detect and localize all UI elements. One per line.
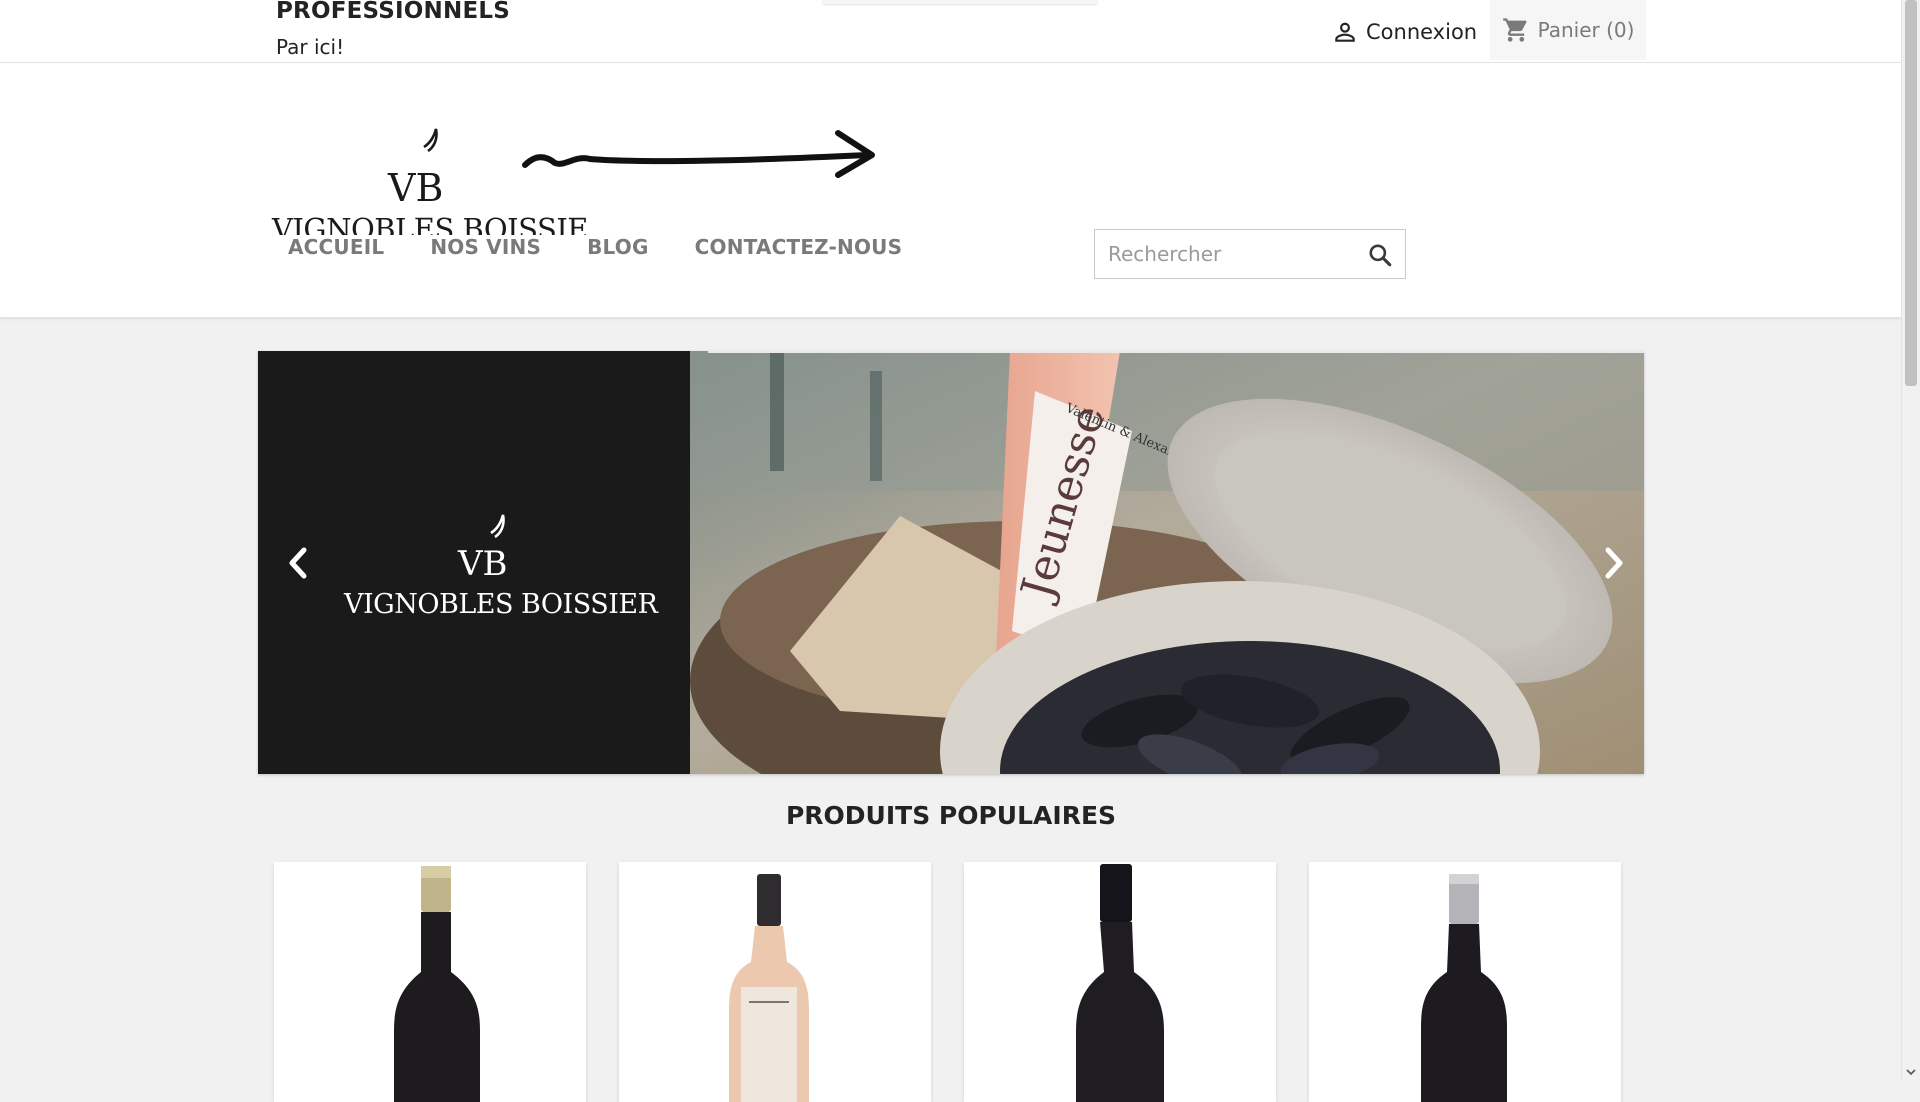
login-link[interactable]: Connexion — [1332, 14, 1477, 50]
product-image — [729, 874, 809, 1102]
carousel-next-button[interactable] — [1594, 538, 1634, 588]
top-bar: PROFESSIONNELS Par ici! Connexion Panier… — [0, 0, 1902, 63]
page-scrollbar[interactable] — [1901, 0, 1920, 1080]
cart-button[interactable]: Panier (0) — [1490, 0, 1646, 60]
shopping-cart-icon — [1502, 18, 1527, 42]
product-image — [394, 866, 480, 1102]
carousel-progress-line — [708, 351, 1644, 353]
search-icon[interactable] — [1367, 242, 1393, 268]
nav-accueil[interactable]: ACCUEIL — [280, 231, 392, 263]
scrollbar-thumb[interactable] — [1905, 0, 1917, 386]
product-card-rose[interactable] — [619, 862, 931, 1102]
product-card-red-black[interactable] — [964, 862, 1276, 1102]
carousel-slide-photo: Jeunesse Valentin & Alexandre B. — [690, 351, 1644, 774]
popular-products-title: PRODUITS POPULAIRES — [785, 801, 1117, 830]
product-image — [1076, 864, 1164, 1102]
carousel-prev-button[interactable] — [278, 538, 318, 588]
svg-text:VIGNOBLES BOISSIER: VIGNOBLES BOISSIER — [343, 589, 659, 620]
chevron-down-icon[interactable] — [1905, 1066, 1917, 1078]
login-label: Connexion — [1366, 20, 1478, 44]
carousel-brand-panel: VB VIGNOBLES BOISSIER — [258, 351, 690, 774]
professionals-link[interactable]: Par ici! — [276, 35, 344, 59]
carousel-brand-logo: VB VIGNOBLES BOISSIER — [343, 514, 659, 620]
popular-products-list — [274, 862, 1621, 1102]
main-header: VB VIGNOBLES BOISSIER ACCUEIL NOS VINS B… — [0, 63, 1902, 317]
hand-drawn-arrow — [522, 130, 875, 178]
chevron-right-icon — [1605, 547, 1623, 579]
homepage-carousel: VB VIGNOBLES BOISSIER Jeunesse Valentin … — [258, 351, 1644, 774]
svg-text:VB: VB — [457, 544, 508, 584]
main-navigation: ACCUEIL NOS VINS BLOG CONTACTEZ-NOUS — [280, 231, 910, 263]
chevron-left-icon — [289, 547, 307, 579]
product-image — [1421, 874, 1507, 1102]
user-icon — [1335, 22, 1355, 42]
search-input[interactable] — [1095, 230, 1358, 278]
nav-contactez-nous[interactable]: CONTACTEZ-NOUS — [687, 231, 911, 263]
nav-nos-vins[interactable]: NOS VINS — [422, 231, 549, 263]
search-box — [1094, 229, 1406, 279]
top-tab-hint — [822, 0, 1098, 4]
product-card-red-gold-cap[interactable] — [274, 862, 586, 1102]
professionals-title: PROFESSIONNELS — [276, 0, 510, 24]
svg-text:VB: VB — [387, 166, 443, 210]
cart-label: Panier (0) — [1537, 18, 1635, 42]
product-card-red-silver-cap[interactable] — [1309, 862, 1621, 1102]
nav-blog[interactable]: BLOG — [579, 231, 657, 263]
